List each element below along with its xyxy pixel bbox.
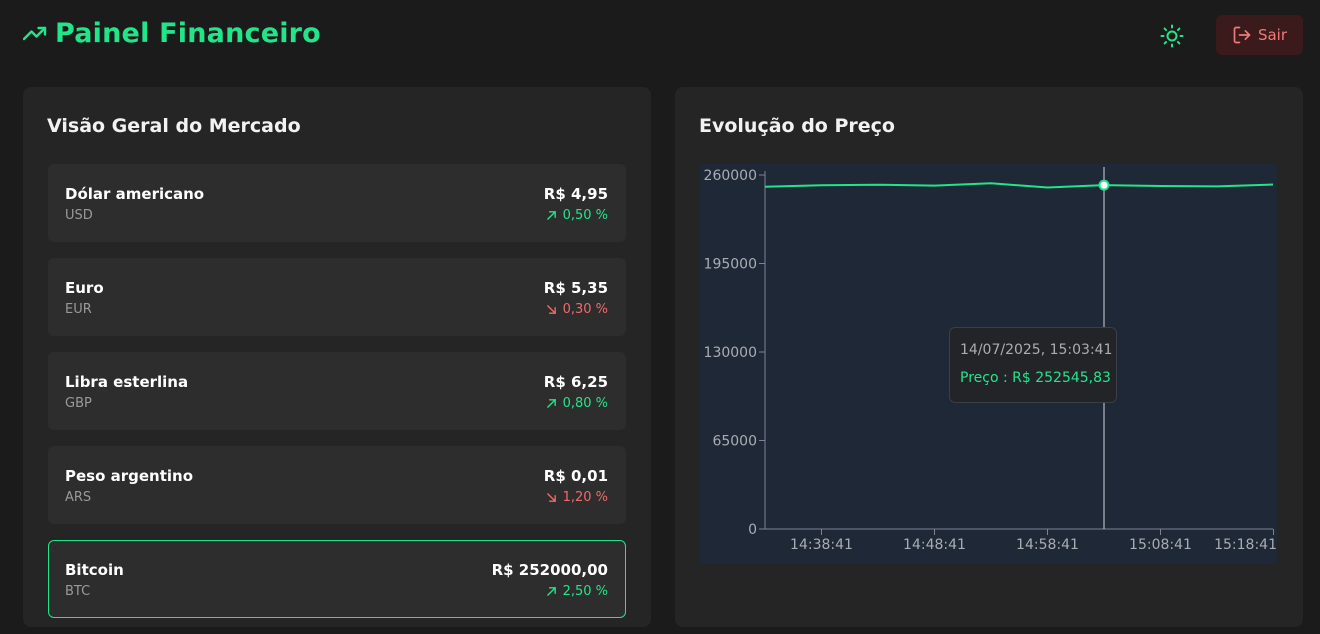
theme-toggle-button[interactable]: [1158, 22, 1186, 50]
price-series-line: [764, 182, 1274, 189]
top-bar: Painel Financeiro Sair: [0, 0, 1320, 72]
market-overview-title: Visão Geral do Mercado: [47, 115, 301, 137]
logout-button[interactable]: Sair: [1216, 15, 1303, 55]
asset-code: EUR: [65, 302, 92, 317]
arrow-up-right-icon: [546, 586, 557, 597]
arrow-down-right-icon: [546, 492, 557, 503]
asset-price: R$ 4,95: [543, 185, 608, 203]
logout-label: Sair: [1257, 26, 1288, 44]
x-tick-label: 14:48:41: [903, 537, 966, 553]
y-tick-label: 195000: [704, 257, 757, 273]
market-card[interactable]: Dólar americano USD R$ 4,95 0,50 %: [48, 164, 626, 242]
market-card[interactable]: Peso argentino ARS R$ 0,01 1,20 %: [48, 446, 626, 524]
asset-code: USD: [65, 208, 93, 223]
x-tick-label: 14:58:41: [1016, 537, 1079, 553]
y-tick-label: 0: [748, 522, 757, 538]
asset-name: Euro: [65, 279, 104, 297]
asset-price: R$ 0,01: [543, 467, 608, 485]
asset-name: Dólar americano: [65, 185, 205, 203]
price-chart-title: Evolução do Preço: [699, 115, 895, 137]
y-tick-label: 65000: [712, 434, 757, 450]
asset-code: ARS: [65, 490, 92, 505]
asset-price: R$ 6,25: [543, 373, 608, 391]
arrow-up-right-icon: [546, 398, 557, 409]
tooltip-date: 14/07/2025, 15:03:41: [960, 342, 1113, 358]
asset-change-value: 2,50 %: [562, 584, 608, 599]
asset-name: Bitcoin: [65, 561, 124, 579]
asset-change: 0,50 %: [546, 208, 608, 223]
asset-change-value: 0,50 %: [562, 208, 608, 223]
chart-tooltip: 14/07/2025, 15:03:41 Preço : R$ 252545,8…: [949, 327, 1117, 403]
x-tick-label: 15:08:41: [1129, 537, 1192, 553]
sun-icon: [1160, 24, 1184, 48]
asset-name: Libra esterlina: [65, 373, 189, 391]
asset-change: 2,50 %: [546, 584, 608, 599]
arrow-up-right-icon: [546, 210, 557, 221]
tooltip-value: Preço : R$ 252545,83: [960, 370, 1111, 386]
asset-change: 0,80 %: [546, 396, 608, 411]
trending-up-icon: [23, 22, 47, 46]
asset-change-value: 1,20 %: [562, 490, 608, 505]
market-card[interactable]: Libra esterlina GBP R$ 6,25 0,80 %: [48, 352, 626, 430]
asset-change: 1,20 %: [546, 490, 608, 505]
x-tick-label: 15:18:41: [1214, 537, 1277, 553]
y-tick-label: 260000: [704, 168, 757, 184]
brand: Painel Financeiro: [23, 18, 321, 49]
price-chart[interactable]: 0 65000 130000 195000 260000 14:38:41 14:48:41…: [700, 164, 1277, 564]
market-card[interactable]: Euro EUR R$ 5,35 0,30 %: [48, 258, 626, 336]
asset-name: Peso argentino: [65, 467, 194, 485]
asset-code: BTC: [65, 584, 91, 599]
asset-change-value: 0,30 %: [562, 302, 608, 317]
asset-price: R$ 5,35: [543, 279, 608, 297]
x-tick-label: 14:38:41: [790, 537, 853, 553]
y-tick-label: 130000: [704, 345, 757, 361]
price-chart-panel: Evolução do Preço 0 65000 130000 195000 2600…: [675, 87, 1303, 627]
market-overview-panel: Visão Geral do Mercado Dólar americano US…: [23, 87, 651, 627]
app-title: Painel Financeiro: [55, 18, 321, 49]
asset-code: GBP: [65, 396, 92, 411]
active-data-point: [1098, 179, 1110, 191]
asset-price: R$ 252000,00: [491, 561, 608, 579]
market-card[interactable]: Bitcoin BTC R$ 252000,00 2,50 %: [48, 540, 626, 618]
arrow-down-right-icon: [546, 304, 557, 315]
log-out-icon: [1232, 25, 1252, 45]
market-list: Dólar americano USD R$ 4,95 0,50 % Euro EUR R$…: [48, 164, 626, 634]
asset-change: 0,30 %: [546, 302, 608, 317]
asset-change-value: 0,80 %: [562, 396, 608, 411]
